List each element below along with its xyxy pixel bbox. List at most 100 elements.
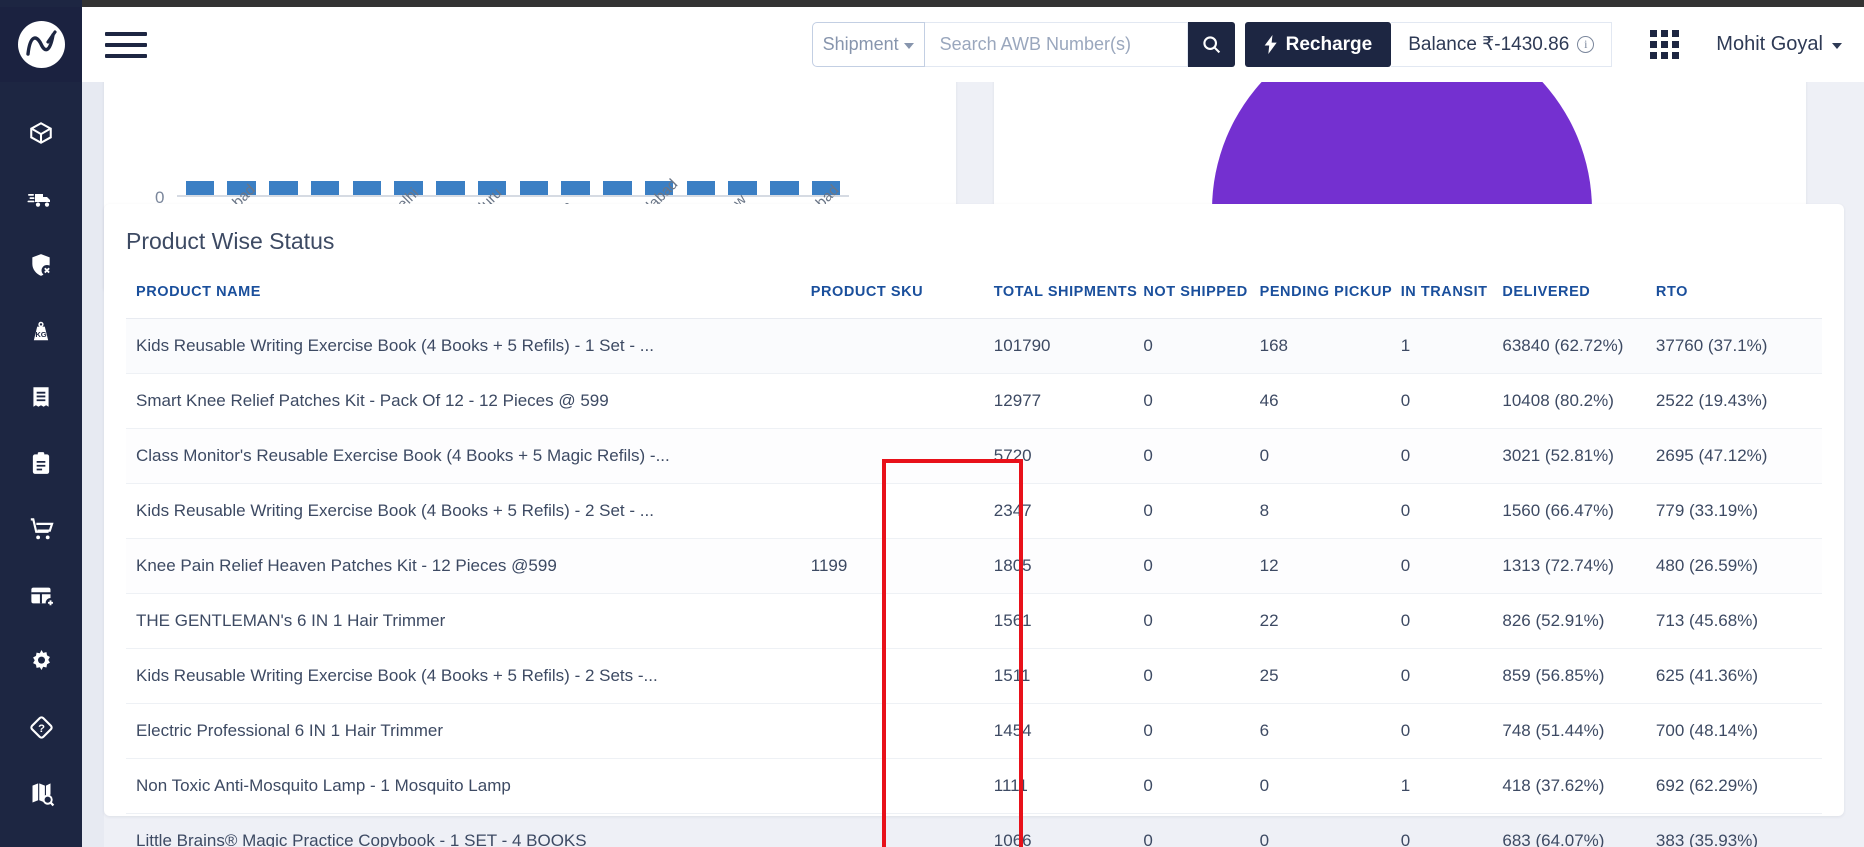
grid-dot — [1661, 41, 1669, 48]
table-row[interactable]: Knee Pain Relief Heaven Patches Kit - 12… — [126, 538, 1822, 594]
column-header-delivered[interactable]: DELIVERED — [1502, 276, 1656, 319]
shipment-type-label: Shipment — [822, 34, 899, 54]
app-logo[interactable] — [0, 7, 82, 82]
cell-in-transit: 0 — [1400, 593, 1503, 649]
sidebar-item-billing[interactable] — [0, 364, 82, 430]
clipboard-list-icon — [32, 452, 50, 474]
svg-text:KG: KG — [35, 330, 46, 339]
bar[interactable] — [686, 181, 716, 195]
cell-rto: 480 (26.59%) — [1655, 538, 1822, 594]
hamburger-menu-icon[interactable] — [105, 28, 147, 62]
lightning-bolt-icon — [1264, 35, 1277, 54]
bar-series — [179, 179, 847, 195]
cell-not-shipped: 0 — [1143, 538, 1260, 594]
product-wise-status-card: Product Wise Status PRODUCT NAME PRODUCT… — [104, 204, 1844, 847]
cell-not-shipped: 0 — [1143, 593, 1260, 649]
cell-delivered: 63840 (62.72%) — [1502, 318, 1656, 374]
sidebar-item-channels[interactable] — [0, 496, 82, 562]
sidebar-item-orders[interactable] — [0, 100, 82, 166]
cell-delivered: 10408 (80.2%) — [1502, 373, 1656, 429]
bar-slot — [430, 181, 472, 195]
cell-rto: 2695 (47.12%) — [1655, 428, 1822, 484]
cell-product-sku — [810, 483, 977, 539]
table-row[interactable]: Electric Professional 6 IN 1 Hair Trimme… — [126, 703, 1822, 759]
table-row[interactable]: Kids Reusable Writing Exercise Book (4 B… — [126, 483, 1822, 539]
recharge-label: Recharge — [1285, 33, 1373, 55]
cell-delivered: 683 (64.07%) — [1502, 813, 1656, 847]
info-circle-icon[interactable]: i — [1577, 36, 1595, 53]
bar[interactable] — [185, 181, 215, 195]
grid-dot — [1672, 52, 1680, 59]
cell-product-sku — [810, 758, 977, 814]
bar[interactable] — [561, 181, 590, 195]
cell-product-sku — [810, 373, 977, 429]
search-input[interactable] — [924, 22, 1188, 67]
table-row[interactable]: Non Toxic Anti-Mosquito Lamp - 1 Mosquit… — [126, 758, 1822, 814]
user-menu[interactable]: Mohit Goyal — [1716, 33, 1842, 56]
sidebar-item-help[interactable]: ? — [0, 694, 82, 760]
table-row[interactable]: Smart Knee Relief Patches Kit - Pack Of … — [126, 373, 1822, 429]
bar[interactable] — [770, 181, 799, 195]
sidebar-item-ndr[interactable] — [0, 232, 82, 298]
column-header-total-shipments[interactable]: TOTAL SHIPMENTS — [976, 276, 1144, 319]
table-header-row: PRODUCT NAME PRODUCT SKU TOTAL SHIPMENTS… — [126, 276, 1822, 319]
column-header-product-name[interactable]: PRODUCT NAME — [126, 276, 811, 319]
sidebar-item-add-widget[interactable] — [0, 562, 82, 628]
grid-apps-icon[interactable] — [1650, 30, 1684, 59]
shipment-type-select[interactable]: Shipment — [811, 22, 925, 67]
bar[interactable] — [603, 181, 632, 195]
cell-product-sku — [810, 318, 977, 374]
cell-in-transit: 1 — [1400, 318, 1503, 374]
bar[interactable] — [269, 181, 298, 195]
table-row[interactable]: Kids Reusable Writing Exercise Book (4 B… — [126, 648, 1822, 704]
grid-dot — [1661, 52, 1669, 59]
cell-product-name: Kids Reusable Writing Exercise Book (4 B… — [126, 483, 811, 539]
sidebar: KG ? — [0, 0, 82, 847]
column-header-product-sku[interactable]: PRODUCT SKU — [810, 276, 977, 319]
sidebar-item-weight-discrepancy[interactable]: KG — [0, 298, 82, 364]
table-row[interactable]: Little Brains® Magic Practice Copybook -… — [126, 813, 1822, 847]
bar[interactable] — [519, 181, 549, 195]
table-head: PRODUCT NAME PRODUCT SKU TOTAL SHIPMENTS… — [126, 276, 1822, 319]
bar[interactable] — [310, 181, 340, 195]
grid-dot — [1650, 30, 1658, 37]
column-header-pending-pickup[interactable]: PENDING PICKUP — [1259, 276, 1401, 319]
cell-total-shipments: 1066 — [976, 813, 1144, 847]
cell-total-shipments: 1561 — [976, 593, 1144, 649]
balance-display[interactable]: Balance ₹-1430.86 i — [1391, 22, 1613, 67]
bar-slot — [597, 181, 639, 195]
cell-pending-pickup: 12 — [1259, 538, 1401, 594]
cell-pending-pickup: 168 — [1259, 318, 1401, 374]
bar-slot — [304, 181, 346, 195]
grid-dot — [1672, 41, 1680, 48]
cell-delivered: 418 (37.62%) — [1502, 758, 1656, 814]
cell-product-name: Kids Reusable Writing Exercise Book (4 B… — [126, 318, 811, 374]
cell-not-shipped: 0 — [1143, 813, 1260, 847]
column-header-rto[interactable]: RTO — [1655, 276, 1822, 319]
search-button[interactable] — [1187, 22, 1235, 67]
product-wise-status-title: Product Wise Status — [126, 228, 335, 254]
cell-product-name: Knee Pain Relief Heaven Patches Kit - 12… — [126, 538, 811, 594]
sidebar-item-shipments[interactable] — [0, 166, 82, 232]
cell-pending-pickup: 0 — [1259, 758, 1401, 814]
cell-in-transit: 0 — [1400, 483, 1503, 539]
sidebar-item-track[interactable] — [0, 760, 82, 826]
sidebar-item-reports[interactable] — [0, 430, 82, 496]
column-header-in-transit[interactable]: IN TRANSIT — [1400, 276, 1503, 319]
column-header-not-shipped[interactable]: NOT SHIPPED — [1143, 276, 1260, 319]
bar-slot — [263, 181, 305, 195]
recharge-button[interactable]: Recharge — [1244, 22, 1392, 67]
cell-product-sku — [810, 648, 977, 704]
table-row[interactable]: Class Monitor's Reusable Exercise Book (… — [126, 428, 1822, 484]
sidebar-item-settings[interactable] — [0, 628, 82, 694]
table-row[interactable]: THE GENTLEMAN's 6 IN 1 Hair Trimmer 1561 0… — [126, 593, 1822, 649]
bar[interactable] — [436, 181, 465, 195]
table-row[interactable]: Kids Reusable Writing Exercise Book (4 B… — [126, 318, 1822, 374]
receipt-icon — [33, 387, 49, 407]
bar[interactable] — [352, 181, 382, 195]
bar-chart-plot: 0 HyderabadPuneNew DelhiBengaluruKolkata… — [149, 82, 849, 292]
cell-in-transit: 0 — [1400, 428, 1503, 484]
shield-x-icon — [32, 254, 53, 276]
bar-slot — [680, 181, 722, 195]
bar[interactable] — [728, 181, 757, 195]
